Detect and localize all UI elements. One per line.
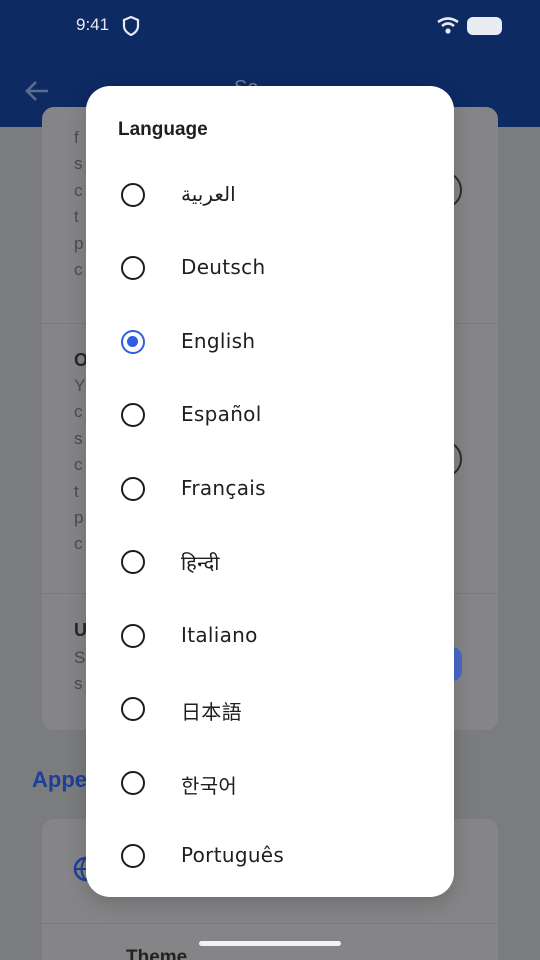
language-option-english[interactable]: English [86,306,454,379]
status-time: 9:41 [76,15,110,34]
card-text-fragment: p [74,508,84,527]
radio-button[interactable] [121,550,145,574]
card-text-fragment: S [74,648,86,667]
language-option-italian[interactable]: Italiano [86,600,454,673]
language-label: Deutsch [181,255,266,279]
radio-button[interactable] [121,771,145,795]
language-option-arabic[interactable]: العربية [86,159,454,232]
language-label: العربية [181,182,236,206]
card-text-fragment: Y [74,376,86,395]
language-option-french[interactable]: Français [86,453,454,526]
radio-button[interactable] [121,844,145,868]
card-text-fragment: c [74,534,83,553]
language-label: 한국어 [181,774,238,798]
card-text-fragment: p [74,234,84,253]
card-text-fragment: t [74,482,79,501]
language-label: English [181,329,256,353]
language-option-japanese[interactable]: 日本語 [86,673,454,746]
status-bar: 9:41 [0,0,540,52]
radio-button[interactable] [121,624,145,648]
card-text-fragment: s [74,154,83,173]
card-text-fragment: s [74,429,83,448]
language-option-spanish[interactable]: Español [86,379,454,452]
language-label: Español [181,402,262,426]
radio-button[interactable] [121,183,145,207]
card-divider [42,923,498,924]
language-option-german[interactable]: Deutsch [86,232,454,305]
card-text-fragment: c [74,402,83,421]
language-label: 日本語 [181,700,242,724]
section-heading: Appe [32,767,87,792]
shield-icon [122,16,140,36]
language-option-korean[interactable]: 한국어 [86,747,454,820]
card-text-fragment: s [74,674,83,693]
radio-button-selected[interactable] [121,330,145,354]
card-text-fragment: f [74,128,79,147]
radio-button[interactable] [121,697,145,721]
radio-button[interactable] [121,403,145,427]
language-label: Italiano [181,623,258,647]
card-text-fragment: c [74,181,83,200]
card-text-fragment: c [74,455,83,474]
radio-button[interactable] [121,477,145,501]
gesture-nav-bar[interactable] [199,941,341,946]
language-label: Português [181,843,285,867]
language-label: Français [181,476,266,500]
language-label: हिन्दी [181,551,220,575]
language-option-portuguese[interactable]: Português [86,820,454,893]
wifi-icon [437,17,459,34]
theme-label: Theme [126,947,188,960]
back-arrow-icon[interactable] [22,76,52,106]
radio-button[interactable] [121,256,145,280]
card-text-fragment: c [74,260,83,279]
language-dialog: Language العربية Deutsch English Español… [86,86,454,897]
card-text-fragment: t [74,207,79,226]
battery-icon [467,17,502,35]
dialog-title: Language [118,119,208,140]
language-option-hindi[interactable]: हिन्दी [86,526,454,599]
